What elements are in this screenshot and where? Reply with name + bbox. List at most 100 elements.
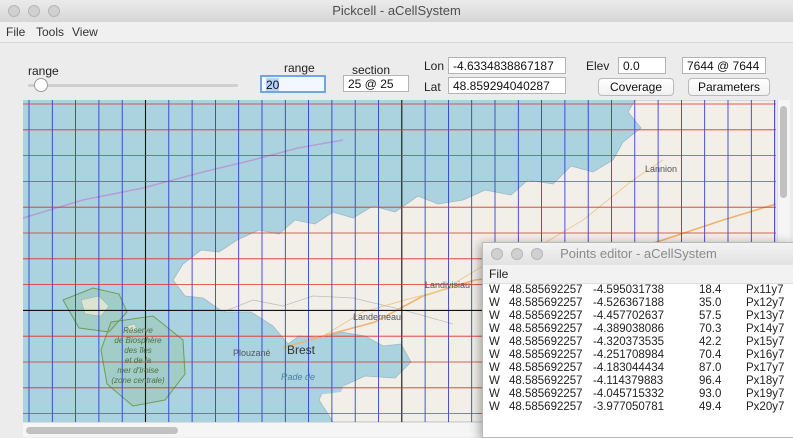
vertical-scroll-thumb[interactable] xyxy=(780,106,787,198)
row-latitude: 48.585692257 xyxy=(509,297,583,309)
row-elevation: 18.4 xyxy=(699,284,722,296)
points-editor-title: Points editor - aCellSystem xyxy=(560,246,717,261)
row-type: W xyxy=(489,323,500,335)
section-field[interactable]: 25 @ 25 xyxy=(343,75,409,92)
table-row[interactable]: W 48.585692257 -3.977050781 49.4 Px20y7 xyxy=(483,401,793,414)
table-row[interactable]: W 48.585692257 -4.457702637 57.5 Px13y7 xyxy=(483,310,793,323)
row-latitude: 48.585692257 xyxy=(509,375,583,387)
row-pixel-id: Px17y7 xyxy=(746,362,785,374)
minimize-window-button[interactable] xyxy=(28,5,40,17)
table-row[interactable]: W 48.585692257 -4.251708984 70.4 Px16y7 xyxy=(483,349,793,362)
row-longitude: -4.183044434 xyxy=(593,362,664,374)
row-longitude: -4.389038086 xyxy=(593,323,664,335)
row-latitude: 48.585692257 xyxy=(509,284,583,296)
table-row[interactable]: W 48.585692257 -4.526367188 35.0 Px12y7 xyxy=(483,297,793,310)
row-latitude: 48.585692257 xyxy=(509,388,583,400)
row-pixel-id: Px15y7 xyxy=(746,336,785,348)
row-longitude: -4.114379883 xyxy=(593,375,664,387)
row-elevation: 87.0 xyxy=(699,362,722,374)
row-pixel-id: Px11y7 xyxy=(746,284,784,296)
map-label-landivisiau: Landivisiau xyxy=(425,280,471,290)
table-row[interactable]: W 48.585692257 -4.045715332 93.0 Px19y7 xyxy=(483,388,793,401)
map-label-reserve: Réserve de Biosphère des îles et de la m… xyxy=(111,326,165,385)
points-editor-minimize-button[interactable] xyxy=(511,248,523,260)
range-slider-label: range xyxy=(28,64,59,78)
table-row[interactable]: W 48.585692257 -4.114379883 96.4 Px18y7 xyxy=(483,375,793,388)
row-longitude: -4.457702637 xyxy=(593,310,664,322)
elev-label: Elev xyxy=(586,59,610,73)
menu-tools[interactable]: Tools xyxy=(36,25,64,39)
row-elevation: 96.4 xyxy=(699,375,722,387)
row-pixel-id: Px19y7 xyxy=(746,388,785,400)
menu-file[interactable]: File xyxy=(6,25,25,39)
window-title: Pickcell - aCellSystem xyxy=(332,3,461,18)
points-editor-close-button[interactable] xyxy=(491,248,503,260)
row-type: W xyxy=(489,336,500,348)
range-label: range xyxy=(284,61,315,75)
row-type: W xyxy=(489,284,500,296)
elev-field[interactable]: 0.0 xyxy=(618,57,666,74)
horizontal-scroll-thumb[interactable] xyxy=(26,427,178,434)
lon-label: Lon xyxy=(424,59,445,73)
table-row[interactable]: W 48.585692257 -4.595031738 18.4 Px11y7 xyxy=(483,284,793,297)
row-type: W xyxy=(489,310,500,322)
points-editor-zoom-button[interactable] xyxy=(531,248,543,260)
table-row[interactable]: W 48.585692257 -4.183044434 87.0 Px17y7 xyxy=(483,362,793,375)
row-latitude: 48.585692257 xyxy=(509,336,583,348)
row-pixel-id: Px14y7 xyxy=(746,323,785,335)
row-latitude: 48.585692257 xyxy=(509,323,583,335)
lat-field[interactable]: 48.859294040287 xyxy=(448,77,566,94)
coverage-button[interactable]: Coverage xyxy=(598,78,674,96)
cell-field[interactable]: 7644 @ 7644 xyxy=(682,57,766,74)
title-bar: Pickcell - aCellSystem xyxy=(0,0,793,23)
row-elevation: 42.2 xyxy=(699,336,722,348)
map-label-landerneau: Landerneau xyxy=(353,312,402,322)
row-elevation: 93.0 xyxy=(699,388,722,400)
table-row[interactable]: W 48.585692257 -4.389038086 70.3 Px14y7 xyxy=(483,323,793,336)
range-slider-thumb[interactable] xyxy=(34,78,48,92)
row-elevation: 70.3 xyxy=(699,323,722,335)
row-latitude: 48.585692257 xyxy=(509,401,583,413)
range-input-value: 20 xyxy=(266,78,280,92)
row-type: W xyxy=(489,297,500,309)
points-editor-title-bar: Points editor - aCellSystem xyxy=(483,243,793,266)
row-elevation: 57.5 xyxy=(699,310,722,322)
row-longitude: -4.251708984 xyxy=(593,349,664,361)
row-longitude: -3.977050781 xyxy=(593,401,664,413)
map-label-plouzane: Plouzané xyxy=(233,348,271,358)
row-type: W xyxy=(489,349,500,361)
row-type: W xyxy=(489,388,500,400)
menu-bar: File Tools View xyxy=(0,22,793,43)
range-input[interactable]: 20 xyxy=(260,75,326,93)
row-latitude: 48.585692257 xyxy=(509,349,583,361)
table-row[interactable]: W 48.585692257 -4.320373535 42.2 Px15y7 xyxy=(483,336,793,349)
map-label-rade: Rade de xyxy=(281,372,316,382)
points-list: W 48.585692257 -4.595031738 18.4 Px11y7 W 48.5… xyxy=(483,284,793,414)
row-pixel-id: Px12y7 xyxy=(746,297,785,309)
range-slider-track[interactable] xyxy=(28,84,238,87)
zoom-window-button[interactable] xyxy=(48,5,60,17)
row-latitude: 48.585692257 xyxy=(509,310,583,322)
row-pixel-id: Px16y7 xyxy=(746,349,785,361)
points-editor-window: Points editor - aCellSystem File W 48.585… xyxy=(482,242,793,438)
row-pixel-id: Px13y7 xyxy=(746,310,785,322)
row-type: W xyxy=(489,401,500,413)
row-pixel-id: Px20y7 xyxy=(746,401,785,413)
map-label-brest: Brest xyxy=(287,343,316,357)
parameters-button[interactable]: Parameters xyxy=(688,78,770,96)
row-elevation: 49.4 xyxy=(699,401,722,413)
menu-view[interactable]: View xyxy=(72,25,98,39)
points-editor-menu-bar: File xyxy=(483,265,793,284)
row-longitude: -4.595031738 xyxy=(593,284,664,296)
row-elevation: 70.4 xyxy=(699,349,722,361)
row-pixel-id: Px18y7 xyxy=(746,375,785,387)
close-window-button[interactable] xyxy=(8,5,20,17)
points-editor-menu-file[interactable]: File xyxy=(489,267,508,281)
row-longitude: -4.045715332 xyxy=(593,388,664,400)
row-latitude: 48.585692257 xyxy=(509,362,583,374)
row-type: W xyxy=(489,362,500,374)
lat-label: Lat xyxy=(424,80,441,94)
row-longitude: -4.526367188 xyxy=(593,297,664,309)
lon-field[interactable]: -4.6334838867187 xyxy=(448,57,566,74)
map-label-lannion: Lannion xyxy=(645,164,678,174)
